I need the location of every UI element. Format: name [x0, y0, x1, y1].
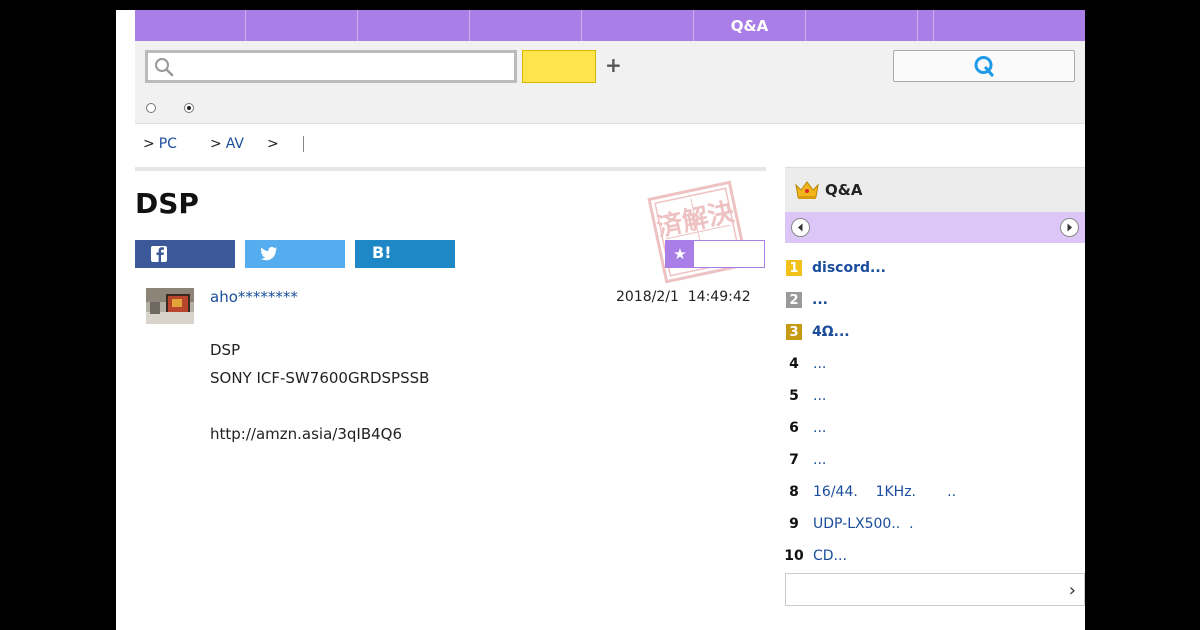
nav-item-1[interactable] [135, 10, 246, 41]
crown-icon [795, 181, 819, 199]
question-body-line: SONY ICF-SW7600GRDSPSSB [210, 369, 430, 387]
avatar-image [146, 288, 194, 324]
search-band: + [135, 41, 1085, 124]
ranking-item[interactable]: 1 discord... [785, 252, 1085, 284]
post-timestamp: 2018/2/1 14:49:42 [616, 289, 751, 305]
ranking-item[interactable]: 9 UDP-LX500.. . [785, 508, 1085, 540]
breadcrumb-item-pc[interactable]: PC [159, 136, 177, 152]
breadcrumb-separator: > [209, 136, 222, 152]
question-body-line: DSP [210, 341, 241, 359]
search-input[interactable] [178, 55, 508, 79]
twitter-icon [260, 246, 277, 261]
nav-item-8[interactable] [918, 10, 934, 41]
breadcrumb-item-av[interactable]: AV [226, 136, 244, 152]
nav-item-5[interactable] [582, 10, 694, 41]
ranking-header: Q&A [785, 167, 1085, 212]
plus-icon[interactable]: + [605, 53, 622, 77]
rank-number: 2 [786, 292, 802, 308]
rank-number: 5 [789, 388, 799, 404]
star-icon: ★ [666, 241, 694, 267]
top-nav: Q&A [135, 10, 1085, 41]
arrow-right-icon [1067, 223, 1072, 232]
question-title: DSP [135, 187, 199, 220]
nav-item-2[interactable] [246, 10, 358, 41]
ranking-item-title[interactable]: ... [813, 356, 826, 372]
hatena-bookmark-icon: B! [372, 243, 392, 262]
rank-number: 10 [784, 548, 804, 564]
ranking-item[interactable]: 4 ... [785, 348, 1085, 380]
hatena-bookmark-button[interactable]: B! [355, 240, 455, 268]
ranking-item[interactable]: 6 ... [785, 412, 1085, 444]
avatar[interactable] [146, 288, 194, 324]
ranking-item[interactable]: 2 ... [785, 284, 1085, 316]
ranking-item-title[interactable]: discord... [812, 260, 886, 276]
rank-number: 7 [789, 452, 799, 468]
rank-number: 1 [786, 260, 802, 276]
rank-number: 9 [789, 516, 799, 532]
breadcrumb: > PC > AV > [143, 135, 304, 153]
ranking-prev-button[interactable] [791, 218, 810, 237]
ranking-next-button[interactable] [1060, 218, 1079, 237]
ranking-item-title[interactable]: ... [813, 388, 826, 404]
ranking-more-button[interactable]: › [785, 573, 1085, 606]
search-scope-radio-2[interactable] [184, 103, 194, 113]
ranking-item-title[interactable]: ... [813, 420, 826, 436]
ranking-item-title[interactable]: 16/44. 1KHz. .. [813, 484, 956, 500]
username-link[interactable]: aho******** [210, 288, 298, 306]
content-divider [135, 167, 766, 171]
rank-number: 6 [789, 420, 799, 436]
chevron-right-icon: › [1068, 580, 1076, 601]
ask-question-button[interactable] [893, 50, 1075, 82]
ranking-item-title[interactable]: ... [812, 292, 828, 308]
nav-item-3[interactable] [358, 10, 470, 41]
question-body-link[interactable]: http://amzn.asia/3qIB4Q6 [210, 425, 402, 443]
facebook-share-button[interactable] [135, 240, 235, 268]
ranking-pager [785, 212, 1085, 243]
ranking-item[interactable]: 5 ... [785, 380, 1085, 412]
ranking-item[interactable]: 7 ... [785, 444, 1085, 476]
ranking-item-title[interactable]: ... [813, 452, 826, 468]
nav-item-7[interactable] [806, 10, 918, 41]
nav-item-9[interactable] [934, 10, 1085, 41]
ranking-item-title[interactable]: CD... [813, 548, 847, 564]
q-logo-icon [974, 56, 994, 77]
search-scope-radio-1[interactable] [146, 103, 156, 113]
resolved-stamp-icon: 済解決 [647, 180, 749, 284]
ranking-item[interactable]: 10 CD... [784, 540, 1085, 572]
breadcrumb-separator: > [143, 136, 155, 152]
ranking-item-title[interactable]: UDP-LX500.. . [813, 516, 914, 532]
breadcrumb-divider [302, 136, 304, 152]
ranking-sidebar: Q&A 1 discord... 2 ... 3 4Ω... 4 ... 5 .… [784, 167, 1085, 607]
stamp-text: 済解決 [654, 196, 738, 243]
twitter-share-button[interactable] [245, 240, 345, 268]
breadcrumb-separator: > [266, 136, 279, 152]
nav-item-4[interactable] [470, 10, 582, 41]
arrow-left-icon [798, 223, 803, 232]
ranking-item-title[interactable]: 4Ω... [812, 324, 850, 340]
ranking-title: Q&A [825, 181, 863, 199]
nav-item-qa[interactable]: Q&A [694, 10, 806, 41]
rank-number: 4 [789, 356, 799, 372]
ranking-item[interactable]: 8 16/44. 1KHz. .. [785, 476, 1085, 508]
search-box [145, 50, 517, 83]
rank-number: 8 [789, 484, 799, 500]
search-submit-button[interactable] [522, 50, 596, 83]
favorite-button[interactable]: ★ [665, 240, 765, 268]
facebook-icon [151, 246, 167, 262]
ranking-item[interactable]: 3 4Ω... [785, 316, 1085, 348]
rank-number: 3 [786, 324, 802, 340]
search-icon [155, 58, 174, 77]
page: Q&A + > PC > AV > DSP 済解決 B! ★ aho******… [116, 10, 1085, 630]
